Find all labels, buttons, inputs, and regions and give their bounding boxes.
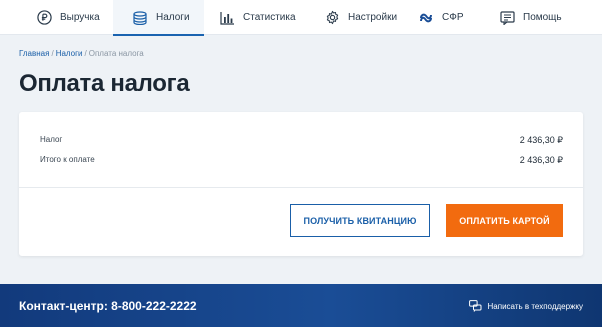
breadcrumb-taxes-link[interactable]: Налоги: [56, 49, 83, 58]
nav-item-revenue[interactable]: Выручка: [0, 0, 113, 35]
breadcrumb-current: Оплата налога: [88, 49, 144, 58]
nav-item-settings[interactable]: Настройки: [308, 0, 413, 35]
sfr-logo-icon: [418, 12, 434, 24]
nav-item-label: Настройки: [348, 12, 398, 23]
chat-bubbles-icon: [468, 300, 482, 312]
help-chat-icon: [500, 10, 515, 25]
support-link-label: Написать в техподдержку: [487, 301, 583, 311]
ruble-circle-icon: [37, 10, 52, 25]
card-divider: [19, 187, 583, 188]
payment-card: Налог 2 436,30 ₽ Итого к оплате 2 436,30…: [19, 112, 583, 256]
nav-item-label: Помощь: [523, 12, 562, 23]
nav-item-label: Выручка: [60, 12, 100, 23]
footer: Контакт-центр: 8-800-222-2222 Написать в…: [0, 284, 602, 327]
pay-by-card-button[interactable]: ОПЛАТИТЬ КАРТОЙ: [446, 204, 563, 237]
tax-value: 2 436,30 ₽: [519, 135, 563, 145]
breadcrumb-separator: /: [84, 49, 87, 58]
top-navigation: Выручка Налоги Статистика Настройки СФР …: [0, 0, 602, 36]
breadcrumb: Главная / Налоги / Оплата налога: [19, 49, 144, 58]
tax-label: Налог: [40, 135, 63, 144]
nav-item-sfr[interactable]: СФР: [413, 0, 489, 35]
nav-item-label: Статистика: [243, 12, 296, 23]
nav-item-taxes[interactable]: Налоги: [113, 0, 204, 36]
bar-chart-icon: [220, 11, 235, 25]
tax-row: Налог 2 436,30 ₽: [40, 135, 563, 146]
nav-item-statistics[interactable]: Статистика: [204, 0, 308, 35]
total-label: Итого к оплате: [40, 155, 95, 164]
breadcrumb-home-link[interactable]: Главная: [19, 49, 49, 58]
breadcrumb-separator: /: [51, 49, 54, 58]
total-row: Итого к оплате 2 436,30 ₽: [40, 155, 563, 166]
gear-icon: [325, 10, 340, 25]
get-receipt-button[interactable]: ПОЛУЧИТЬ КВИТАНЦИЮ: [290, 204, 430, 237]
nav-item-label: Налоги: [156, 12, 190, 23]
nav-item-help[interactable]: Помощь: [489, 0, 596, 35]
support-link[interactable]: Написать в техподдержку: [468, 300, 583, 312]
coins-stack-icon: [132, 10, 148, 25]
total-value: 2 436,30 ₽: [519, 155, 563, 165]
page-title: Оплата налога: [19, 70, 190, 97]
nav-item-label: СФР: [442, 12, 464, 23]
contact-center-text: Контакт-центр: 8-800-222-2222: [19, 299, 197, 313]
